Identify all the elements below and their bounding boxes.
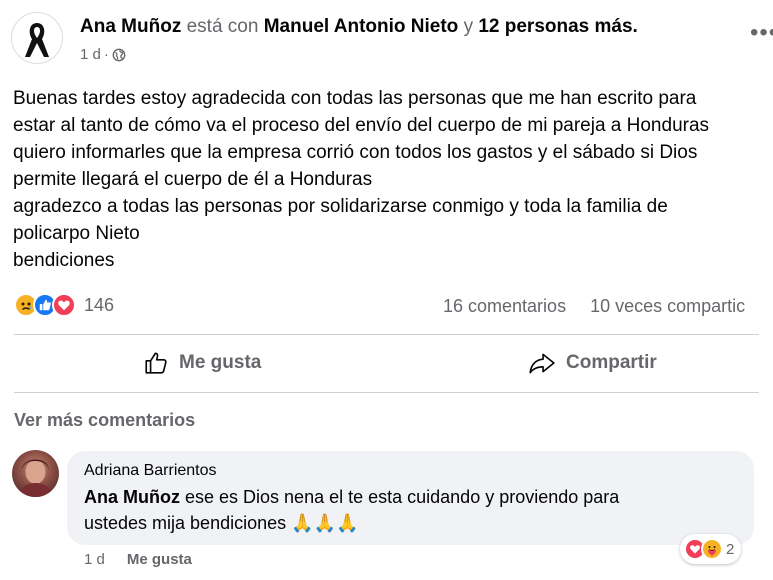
- author-name[interactable]: Ana Muñoz: [80, 16, 181, 37]
- comment-time[interactable]: 1 d: [84, 551, 105, 568]
- and-text: y: [463, 16, 474, 37]
- post-header: Ana Muñoz está con Manuel Antonio Nieto …: [80, 16, 638, 38]
- commenter-avatar[interactable]: [12, 450, 59, 497]
- comment-text-line: ustedes mija bendiciones: [84, 513, 292, 533]
- comment-text: Ana Muñoz ese es Dios nena el te esta cu…: [84, 484, 619, 536]
- care-reaction-icon: [701, 538, 723, 560]
- thumbs-up-icon: [145, 352, 167, 374]
- post-meta: 1 d ·: [80, 46, 126, 63]
- comment-text-line: ese es Dios nena el te esta cuidando y p…: [180, 487, 620, 507]
- divider: [14, 334, 759, 335]
- author-avatar[interactable]: [11, 12, 63, 64]
- comment-reaction-count: 2: [726, 540, 735, 558]
- comment-meta: 1 d Me gusta: [84, 551, 192, 568]
- comments-count[interactable]: 16 comentarios: [443, 296, 566, 316]
- view-more-comments-link[interactable]: Ver más comentarios: [14, 410, 195, 431]
- post-stats: 16 comentarios 10 veces compartic: [443, 296, 745, 317]
- share-button[interactable]: Compartir: [528, 350, 657, 376]
- globe-icon: [112, 48, 126, 61]
- praying-hands-emoji: 🙏🙏🙏: [291, 513, 359, 533]
- post-body: Buenas tardes estoy agradecida con todas…: [13, 85, 773, 274]
- reaction-summary[interactable]: 146: [14, 293, 114, 317]
- with-text: está con: [186, 16, 259, 37]
- post-line: permite llegará el cuerpo de él a Hondur…: [13, 169, 373, 190]
- post-line: quiero informarles que la empresa corrió…: [13, 142, 698, 163]
- comment-reactions[interactable]: 2: [680, 534, 742, 564]
- share-icon: [529, 353, 555, 374]
- reaction-count: 146: [84, 294, 115, 315]
- post-line: Buenas tardes estoy agradecida con todas…: [13, 88, 697, 109]
- profile-photo: [18, 459, 53, 497]
- meta-separator: ·: [103, 46, 109, 63]
- post-line: bendiciones: [13, 250, 115, 271]
- like-button[interactable]: Me gusta: [143, 350, 261, 376]
- tagged-others[interactable]: 12 personas más.: [478, 16, 637, 37]
- more-options-icon[interactable]: •••: [750, 21, 773, 45]
- post-line: estar al tanto de cómo va el proceso del…: [13, 115, 710, 136]
- comment-like-button[interactable]: Me gusta: [127, 551, 192, 568]
- comment-mention[interactable]: Ana Muñoz: [84, 487, 180, 507]
- like-label: Me gusta: [179, 352, 262, 373]
- shares-count[interactable]: 10 veces compartic: [590, 296, 745, 316]
- mourning-ribbon-icon: [25, 23, 49, 57]
- tagged-person[interactable]: Manuel Antonio Nieto: [264, 16, 459, 37]
- post-time[interactable]: 1 d: [80, 46, 101, 63]
- divider: [14, 392, 759, 393]
- post-line: agradezco a todas las personas por solid…: [13, 196, 668, 217]
- post-line: policarpo Nieto: [13, 223, 140, 244]
- love-reaction-icon: [52, 293, 76, 317]
- share-label: Compartir: [566, 352, 657, 373]
- comment-author[interactable]: Adriana Barrientos: [84, 462, 217, 480]
